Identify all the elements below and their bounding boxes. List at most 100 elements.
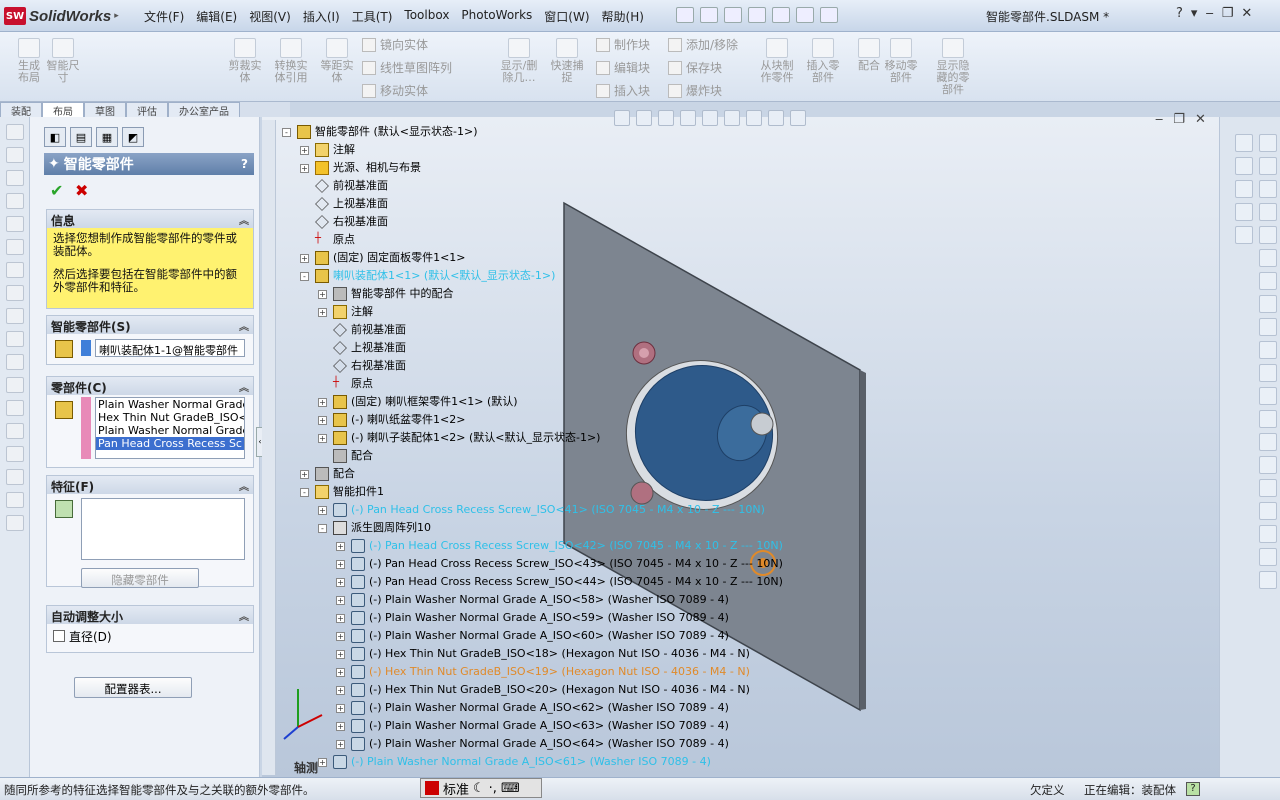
tree-node[interactable]: 配合: [282, 447, 783, 465]
measure-icon[interactable]: [5, 492, 24, 508]
zoom-in-icon[interactable]: [1259, 226, 1277, 244]
command-tab[interactable]: 评估: [126, 102, 168, 118]
component-icon[interactable]: [5, 193, 24, 209]
help-icon[interactable]: ?: [1176, 6, 1183, 21]
dimetric-view-icon[interactable]: [1259, 456, 1277, 474]
ribbon-small-button[interactable]: 编辑块: [596, 59, 650, 76]
ribbon-small-button[interactable]: 插入块: [596, 82, 650, 99]
menu-item[interactable]: 插入(I): [297, 8, 346, 25]
move-icon[interactable]: [5, 262, 24, 278]
tree-node[interactable]: ┼ 原点: [282, 375, 783, 393]
expand-toggle-icon[interactable]: +: [336, 721, 345, 731]
tree-node[interactable]: - 智能扣件1: [282, 483, 783, 501]
interference-icon[interactable]: [5, 377, 24, 393]
menu-item[interactable]: PhotoWorks: [455, 8, 538, 25]
print-icon[interactable]: [748, 7, 766, 23]
auto-size-group-header[interactable]: 自动调整大小 ︽: [47, 606, 253, 624]
appearance-icon[interactable]: [768, 110, 784, 126]
rotate-view-icon[interactable]: [1259, 157, 1277, 175]
tree-node[interactable]: + (-) Plain Washer Normal Grade A_ISO<60>…: [282, 627, 783, 645]
section-view-icon[interactable]: [680, 110, 696, 126]
ribbon-button[interactable]: 等距实 体: [316, 38, 358, 84]
assembly-icon[interactable]: [5, 216, 24, 232]
tree-node[interactable]: + 智能零部件 中的配合: [282, 285, 783, 303]
features-group-header[interactable]: 特征(F) ︽: [47, 476, 253, 494]
explode-icon[interactable]: [5, 354, 24, 370]
status-help-icon[interactable]: ?: [1186, 782, 1200, 796]
expand-toggle-icon[interactable]: +: [318, 307, 327, 317]
display-tab-icon[interactable]: ◩: [122, 127, 144, 147]
tree-node[interactable]: 上视基准面: [282, 339, 783, 357]
expand-toggle-icon[interactable]: +: [300, 469, 309, 479]
tree-node[interactable]: - 喇叭装配体1<1> (默认<默认_显示状态-1>): [282, 267, 783, 285]
expand-toggle-icon[interactable]: +: [318, 289, 327, 299]
options-icon[interactable]: [820, 7, 838, 23]
tree-node[interactable]: 前视基准面: [282, 177, 783, 195]
tree-node[interactable]: + (-) Hex Thin Nut GradeB_ISO<18> (Hexago…: [282, 645, 783, 663]
minimize-icon[interactable]: ‒: [1155, 112, 1163, 127]
right-view-icon[interactable]: [1259, 341, 1277, 359]
tree-node[interactable]: 上视基准面: [282, 195, 783, 213]
expand-toggle-icon[interactable]: +: [336, 595, 345, 605]
tree-node[interactable]: + (-) 喇叭子装配体1<2> (默认<默认_显示状态-1>): [282, 429, 783, 447]
ribbon-button[interactable]: 显示隐 藏的零 部件: [932, 38, 974, 96]
pattern-icon[interactable]: [5, 308, 24, 324]
tree-node[interactable]: ┼ 原点: [282, 231, 783, 249]
ribbon-small-button[interactable]: 制作块: [596, 36, 650, 53]
menu-item[interactable]: 视图(V): [243, 8, 297, 25]
tree-node[interactable]: + (固定) 固定面板零件1<1>: [282, 249, 783, 267]
tree-node[interactable]: + (-) Pan Head Cross Recess Screw_ISO<42>…: [282, 537, 783, 555]
undo-icon[interactable]: [772, 7, 790, 23]
collapse-icon[interactable]: ︽: [239, 379, 249, 394]
new-document-icon[interactable]: [676, 7, 694, 23]
zoom-out-icon[interactable]: [1259, 249, 1277, 267]
menu-item[interactable]: 编辑(E): [190, 8, 243, 25]
feature-tree-tab-icon[interactable]: ◧: [44, 127, 66, 147]
ime-mode[interactable]: 标准: [443, 779, 469, 798]
expand-toggle-icon[interactable]: +: [336, 703, 345, 713]
collapse-icon[interactable]: ︽: [239, 608, 249, 623]
component-list-item[interactable]: Pan Head Cross Recess Sc: [96, 437, 244, 450]
scene-icon[interactable]: [790, 110, 806, 126]
ribbon-button[interactable]: 移动零 部件: [880, 38, 922, 84]
ribbon-small-button[interactable]: 移动实体: [362, 82, 428, 99]
tree-node[interactable]: 前视基准面: [282, 321, 783, 339]
restore-icon[interactable]: ❐: [1173, 112, 1185, 127]
tree-node[interactable]: + (-) Plain Washer Normal Grade A_ISO<58>…: [282, 591, 783, 609]
tree-node[interactable]: + 注解: [282, 303, 783, 321]
config-tab-icon[interactable]: ▦: [96, 127, 118, 147]
ribbon-button[interactable]: 智能尺 寸: [42, 38, 84, 84]
info-group-header[interactable]: 信息 ︽: [47, 210, 253, 228]
minimize-icon[interactable]: ‒: [1205, 6, 1213, 21]
triangle-right-icon[interactable]: ▸: [114, 11, 119, 21]
close-icon[interactable]: ✕: [1195, 112, 1206, 127]
origin-icon[interactable]: [5, 515, 24, 531]
tree-node[interactable]: + (-) Pan Head Cross Recess Screw_ISO<44>…: [282, 573, 783, 591]
zoom-area-icon[interactable]: [636, 110, 652, 126]
view-palette-icon[interactable]: [1235, 203, 1253, 221]
tree-node[interactable]: + (-) Hex Thin Nut GradeB_ISO<20> (Hexago…: [282, 681, 783, 699]
keyboard-icon[interactable]: ⌨: [501, 781, 520, 796]
ribbon-small-button[interactable]: 线性草图阵列: [362, 59, 452, 76]
hide-show-icon[interactable]: [746, 110, 762, 126]
hidden-lines-icon[interactable]: [1259, 548, 1277, 566]
tree-scrollbar[interactable]: [262, 120, 276, 775]
isometric-view-icon[interactable]: [1259, 410, 1277, 428]
bottom-view-icon[interactable]: [1259, 387, 1277, 405]
menu-item[interactable]: 帮助(H): [596, 8, 650, 25]
expand-toggle-icon[interactable]: +: [318, 757, 327, 767]
smart-component-field[interactable]: 喇叭装配体1-1@智能零部件: [95, 339, 245, 357]
section-icon[interactable]: [5, 469, 24, 485]
punctuation-icon[interactable]: ·,: [489, 781, 497, 796]
components-group-header[interactable]: 零部件(C) ︽: [47, 377, 253, 395]
line-icon[interactable]: [5, 147, 24, 163]
left-view-icon[interactable]: [1259, 318, 1277, 336]
collapse-toggle-icon[interactable]: -: [300, 487, 309, 497]
collapse-toggle-icon[interactable]: -: [282, 127, 291, 137]
menu-item[interactable]: 文件(F): [138, 8, 190, 25]
mate-icon[interactable]: [5, 239, 24, 255]
front-view-icon[interactable]: [1259, 272, 1277, 290]
collapse-icon[interactable]: ︽: [239, 212, 249, 227]
previous-view-icon[interactable]: [658, 110, 674, 126]
menu-item[interactable]: 工具(T): [346, 8, 399, 25]
